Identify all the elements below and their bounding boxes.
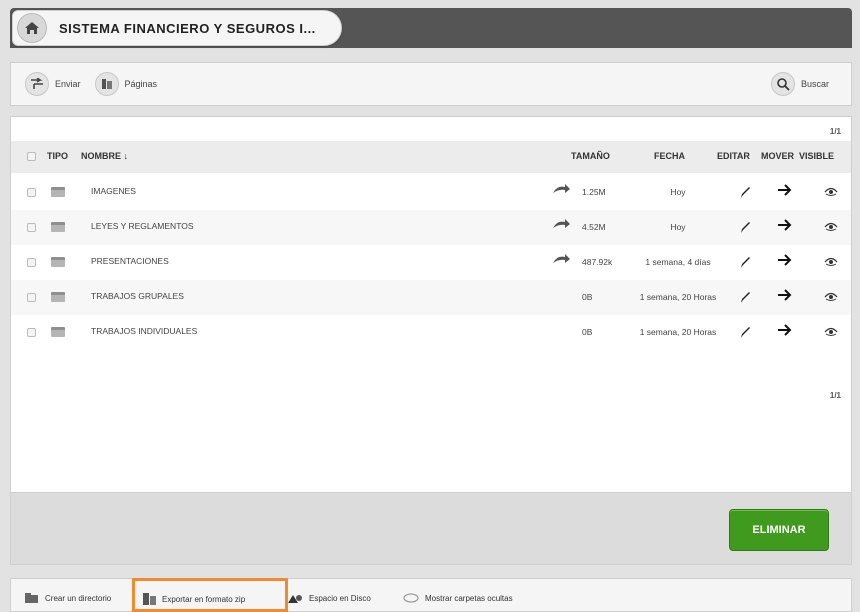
row-name[interactable]: LEYES Y REGLAMENTOS xyxy=(91,221,194,231)
delete-button[interactable]: ELIMINAR xyxy=(729,509,829,551)
pencil-icon[interactable] xyxy=(739,255,751,271)
row-date: 1 semana, 20 Horas xyxy=(639,292,717,302)
create-directory-label: Crear un directorio xyxy=(45,594,112,603)
folder-icon xyxy=(51,292,65,302)
search-icon xyxy=(770,72,795,96)
folder-add-icon xyxy=(25,593,38,603)
highlight-box xyxy=(132,578,288,612)
disk-space-button[interactable]: Espacio en Disco xyxy=(287,593,371,604)
arrow-right-icon[interactable] xyxy=(777,323,793,339)
row-date: Hoy xyxy=(670,187,686,197)
table-row[interactable]: TRABAJOS INDIVIDUALES 0B 1 semana, 20 Hora… xyxy=(11,315,851,350)
row-date: 1 semana, 4 días xyxy=(645,257,711,267)
home-icon[interactable] xyxy=(17,13,47,43)
row-size: 4.52M xyxy=(582,222,606,232)
send-label: Enviar xyxy=(55,79,81,89)
row-checkbox[interactable] xyxy=(27,188,36,197)
col-editar: EDITAR xyxy=(717,151,750,161)
search-button[interactable]: Buscar xyxy=(770,72,829,96)
row-checkbox[interactable] xyxy=(27,328,36,337)
col-fecha[interactable]: FECHA xyxy=(654,151,685,161)
share-icon[interactable] xyxy=(551,253,571,267)
row-size: 487.92k xyxy=(582,257,613,267)
table-row[interactable]: IMAGENES 1.25M Hoy xyxy=(11,175,851,210)
row-name[interactable]: TRABAJOS GRUPALES xyxy=(91,291,184,301)
arrow-right-icon[interactable] xyxy=(777,218,793,234)
disk-space-label: Espacio en Disco xyxy=(309,594,371,603)
folder-icon xyxy=(51,327,65,337)
share-icon[interactable] xyxy=(551,183,571,197)
pager-bottom: 1/1 xyxy=(829,391,841,400)
toolbar: Enviar Páginas Buscar xyxy=(10,62,852,106)
pencil-icon[interactable] xyxy=(739,185,751,201)
pages-icon xyxy=(94,72,119,96)
disk-icon xyxy=(288,595,302,603)
page-title: SISTEMA FINANCIERO Y SEGUROS I... xyxy=(59,20,316,36)
row-name[interactable]: PRESENTACIONES xyxy=(91,256,169,266)
show-hidden-button[interactable]: Mostrar carpetas ocultas xyxy=(403,593,513,603)
eye-icon[interactable] xyxy=(824,255,838,269)
select-all-checkbox[interactable] xyxy=(27,152,36,161)
title-tab[interactable]: SISTEMA FINANCIERO Y SEGUROS I... xyxy=(12,10,342,46)
table-row[interactable]: LEYES Y REGLAMENTOS 4.52M Hoy xyxy=(11,210,851,245)
arrow-right-icon[interactable] xyxy=(777,253,793,269)
arrow-right-icon[interactable] xyxy=(777,288,793,304)
pencil-icon[interactable] xyxy=(739,220,751,236)
eye-icon[interactable] xyxy=(824,185,838,199)
pages-button[interactable]: Páginas xyxy=(94,72,158,96)
pager-top: 1/1 xyxy=(829,127,841,136)
table-row[interactable]: TRABAJOS GRUPALES 0B 1 semana, 20 Horas xyxy=(11,280,851,315)
send-icon xyxy=(25,72,49,96)
row-size: 0B xyxy=(582,327,593,337)
row-size: 1.25M xyxy=(582,187,606,197)
row-name[interactable]: TRABAJOS INDIVIDUALES xyxy=(91,326,197,336)
show-hidden-label: Mostrar carpetas ocultas xyxy=(425,593,513,603)
table-header: TIPO NOMBRE ↓ TAMAÑO FECHA EDITAR MOVER … xyxy=(11,141,851,173)
eye-icon[interactable] xyxy=(824,220,838,234)
col-visible: VISIBLE xyxy=(799,151,835,161)
folder-icon xyxy=(51,187,65,197)
search-label: Buscar xyxy=(800,79,829,89)
col-tipo: TIPO xyxy=(47,151,69,161)
pages-label: Páginas xyxy=(124,79,158,89)
col-nombre[interactable]: NOMBRE ↓ xyxy=(81,151,128,161)
folder-icon xyxy=(51,222,65,232)
col-tamano[interactable]: TAMAÑO xyxy=(571,151,610,161)
table-row[interactable]: PRESENTACIONES 487.92k 1 semana, 4 días xyxy=(11,245,851,280)
arrow-right-icon[interactable] xyxy=(777,183,793,199)
actions-area: ELIMINAR xyxy=(10,493,852,565)
row-date: 1 semana, 20 Horas xyxy=(639,327,717,337)
row-size: 0B xyxy=(582,292,593,302)
row-checkbox[interactable] xyxy=(27,223,36,232)
eye-icon[interactable] xyxy=(824,325,838,339)
file-list-panel: 1/1 TIPO NOMBRE ↓ TAMAÑO FECHA EDITAR MO… xyxy=(10,116,852,493)
share-icon[interactable] xyxy=(551,218,571,232)
row-checkbox[interactable] xyxy=(27,258,36,267)
row-date: Hoy xyxy=(670,222,686,232)
hidden-folder-icon xyxy=(403,593,419,603)
col-mover: MOVER xyxy=(761,151,795,161)
create-directory-button[interactable]: Crear un directorio xyxy=(25,593,111,604)
folder-icon xyxy=(51,257,65,267)
row-checkbox[interactable] xyxy=(27,293,36,302)
send-button[interactable]: Enviar xyxy=(25,72,81,96)
row-name[interactable]: IMAGENES xyxy=(91,186,136,196)
pencil-icon[interactable] xyxy=(739,290,751,306)
pencil-icon[interactable] xyxy=(739,325,751,341)
eye-icon[interactable] xyxy=(824,290,838,304)
